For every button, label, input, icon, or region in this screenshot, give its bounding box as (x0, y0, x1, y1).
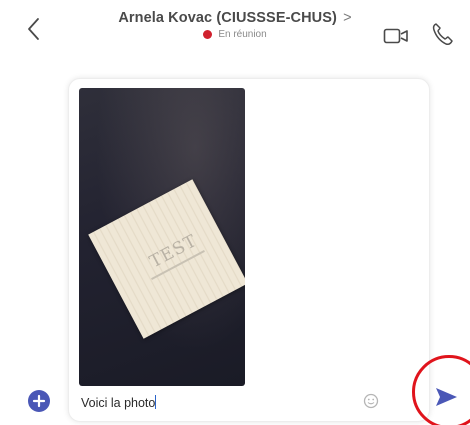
contact-name-row: Arnela Kovac (CIUSSSE-CHUS) > (90, 10, 380, 26)
video-call-button[interactable] (383, 27, 409, 45)
add-attachment-button[interactable] (28, 390, 50, 412)
chat-window: Arnela Kovac (CIUSSSE-CHUS) > En réunion (0, 0, 470, 425)
presence-status: En réunion (90, 29, 380, 40)
chevron-left-icon (28, 18, 39, 40)
emoji-icon (363, 393, 379, 409)
contact-title[interactable]: Arnela Kovac (CIUSSSE-CHUS) > En réunion (90, 10, 380, 40)
message-compose-box[interactable]: TEST Voici la photo (68, 78, 430, 422)
chat-header: Arnela Kovac (CIUSSSE-CHUS) > En réunion (0, 0, 470, 62)
video-camera-icon (383, 28, 408, 44)
plus-circle-icon (32, 394, 46, 408)
back-button[interactable] (22, 14, 46, 44)
text-cursor (155, 395, 157, 409)
audio-call-button[interactable] (431, 22, 453, 46)
message-input[interactable]: Voici la photo (81, 395, 157, 410)
phone-icon (432, 23, 453, 45)
busy-status-icon (203, 30, 213, 39)
message-input-value: Voici la photo (81, 396, 156, 410)
emoji-button[interactable] (363, 393, 379, 409)
attached-photo[interactable]: TEST (79, 88, 245, 386)
status-text: En réunion (218, 29, 267, 40)
chevron-right-icon: > (343, 10, 352, 26)
contact-name: Arnela Kovac (CIUSSSE-CHUS) (118, 10, 337, 26)
